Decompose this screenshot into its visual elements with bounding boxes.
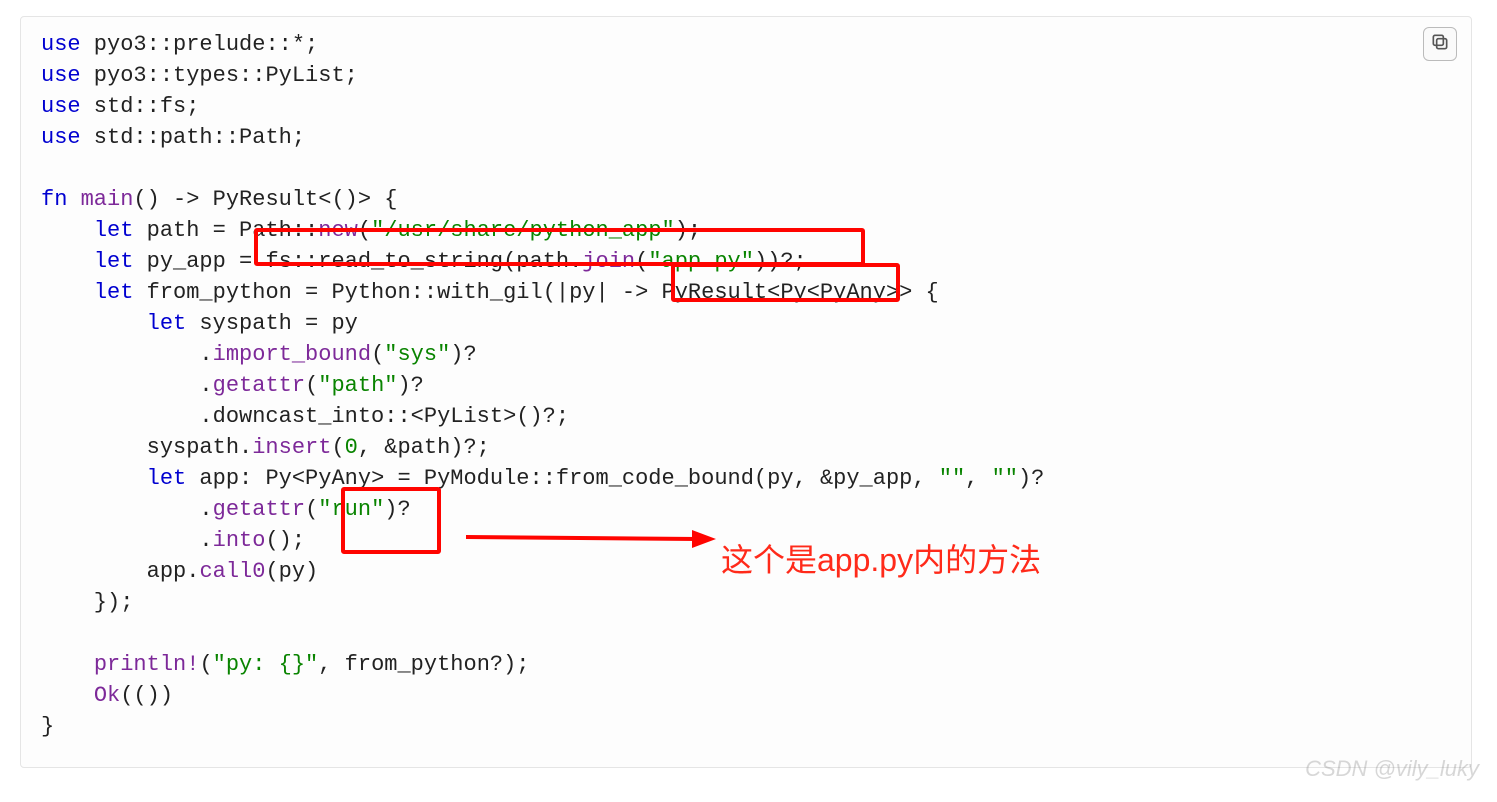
code-text: ( bbox=[635, 249, 648, 274]
code-text: ( bbox=[305, 497, 318, 522]
code-text: syspath. bbox=[41, 435, 252, 460]
fn-call: getattr bbox=[213, 373, 305, 398]
code-text bbox=[41, 311, 147, 336]
code-text: )? bbox=[450, 342, 476, 367]
code-text: . bbox=[41, 497, 213, 522]
fn-call: call0 bbox=[199, 559, 265, 584]
string: "/usr/share/python_app" bbox=[371, 218, 675, 243]
kw-let: let bbox=[94, 280, 134, 305]
code-block: use pyo3::prelude::*; use pyo3::types::P… bbox=[20, 16, 1472, 768]
code-text: syspath = py bbox=[186, 311, 358, 336]
string: "sys" bbox=[384, 342, 450, 367]
code-text: pyo3::types::PyList; bbox=[81, 63, 358, 88]
copy-button[interactable] bbox=[1423, 27, 1457, 61]
string: "run" bbox=[318, 497, 384, 522]
code-text: ( bbox=[371, 342, 384, 367]
string: "" bbox=[992, 466, 1018, 491]
number: 0 bbox=[345, 435, 358, 460]
code-text: ( bbox=[358, 218, 371, 243]
fn-call: insert bbox=[252, 435, 331, 460]
code-text: (); bbox=[265, 528, 305, 553]
code-text: ( bbox=[305, 373, 318, 398]
kw-use: use bbox=[41, 32, 81, 57]
code-text: ))?; bbox=[754, 249, 807, 274]
code-text: pyo3::prelude::*; bbox=[81, 32, 319, 57]
code-text bbox=[41, 249, 94, 274]
code-text bbox=[41, 683, 94, 708]
kw-let: let bbox=[147, 311, 187, 336]
fn-call: join bbox=[582, 249, 635, 274]
string: "app.py" bbox=[648, 249, 754, 274]
code-text: ( bbox=[331, 435, 344, 460]
kw-let: let bbox=[94, 249, 134, 274]
code-text: . bbox=[41, 342, 213, 367]
code-content: use pyo3::prelude::*; use pyo3::types::P… bbox=[41, 29, 1451, 742]
fn-call: into bbox=[213, 528, 266, 553]
code-text: )? bbox=[397, 373, 423, 398]
kw-let: let bbox=[94, 218, 134, 243]
code-text: path = Path:: bbox=[133, 218, 318, 243]
code-text: ( bbox=[199, 652, 212, 677]
code-text: ); bbox=[675, 218, 701, 243]
code-text: )? bbox=[1018, 466, 1044, 491]
code-text: }); bbox=[41, 590, 133, 615]
kw-let: let bbox=[147, 466, 187, 491]
string: "py: {}" bbox=[213, 652, 319, 677]
code-text: . bbox=[41, 528, 213, 553]
fn-call: import_bound bbox=[213, 342, 371, 367]
fn-call: Ok bbox=[94, 683, 120, 708]
code-text: . bbox=[41, 373, 213, 398]
code-text: , bbox=[965, 466, 991, 491]
code-text: () -> PyResult<()> { bbox=[133, 187, 397, 212]
code-text: std::path::Path; bbox=[81, 125, 305, 150]
code-text bbox=[41, 466, 147, 491]
code-text: app. bbox=[41, 559, 199, 584]
fn-call: getattr bbox=[213, 497, 305, 522]
kw-use: use bbox=[41, 63, 81, 88]
fn-call: new bbox=[318, 218, 358, 243]
code-text: app: Py<PyAny> = PyModule::from_code_bou… bbox=[186, 466, 939, 491]
code-text bbox=[41, 218, 94, 243]
kw-fn: fn bbox=[41, 187, 81, 212]
code-text: , &path)?; bbox=[358, 435, 490, 460]
code-text: std::fs; bbox=[81, 94, 200, 119]
code-text: )? bbox=[384, 497, 410, 522]
string: "" bbox=[939, 466, 965, 491]
fn-name: main bbox=[81, 187, 134, 212]
code-text bbox=[41, 280, 94, 305]
string: "path" bbox=[318, 373, 397, 398]
macro: println! bbox=[94, 652, 200, 677]
code-text: } bbox=[41, 714, 54, 739]
code-text: (py) bbox=[265, 559, 318, 584]
code-text bbox=[41, 652, 94, 677]
code-text: , from_python?); bbox=[318, 652, 529, 677]
code-text: from_python = Python::with_gil(|py| -> P… bbox=[133, 280, 938, 305]
kw-use: use bbox=[41, 94, 81, 119]
code-text: (()) bbox=[120, 683, 173, 708]
code-text: .downcast_into::<PyList>()?; bbox=[41, 404, 569, 429]
kw-use: use bbox=[41, 125, 81, 150]
copy-icon bbox=[1430, 32, 1450, 56]
code-text: py_app = fs::read_to_string(path. bbox=[133, 249, 582, 274]
